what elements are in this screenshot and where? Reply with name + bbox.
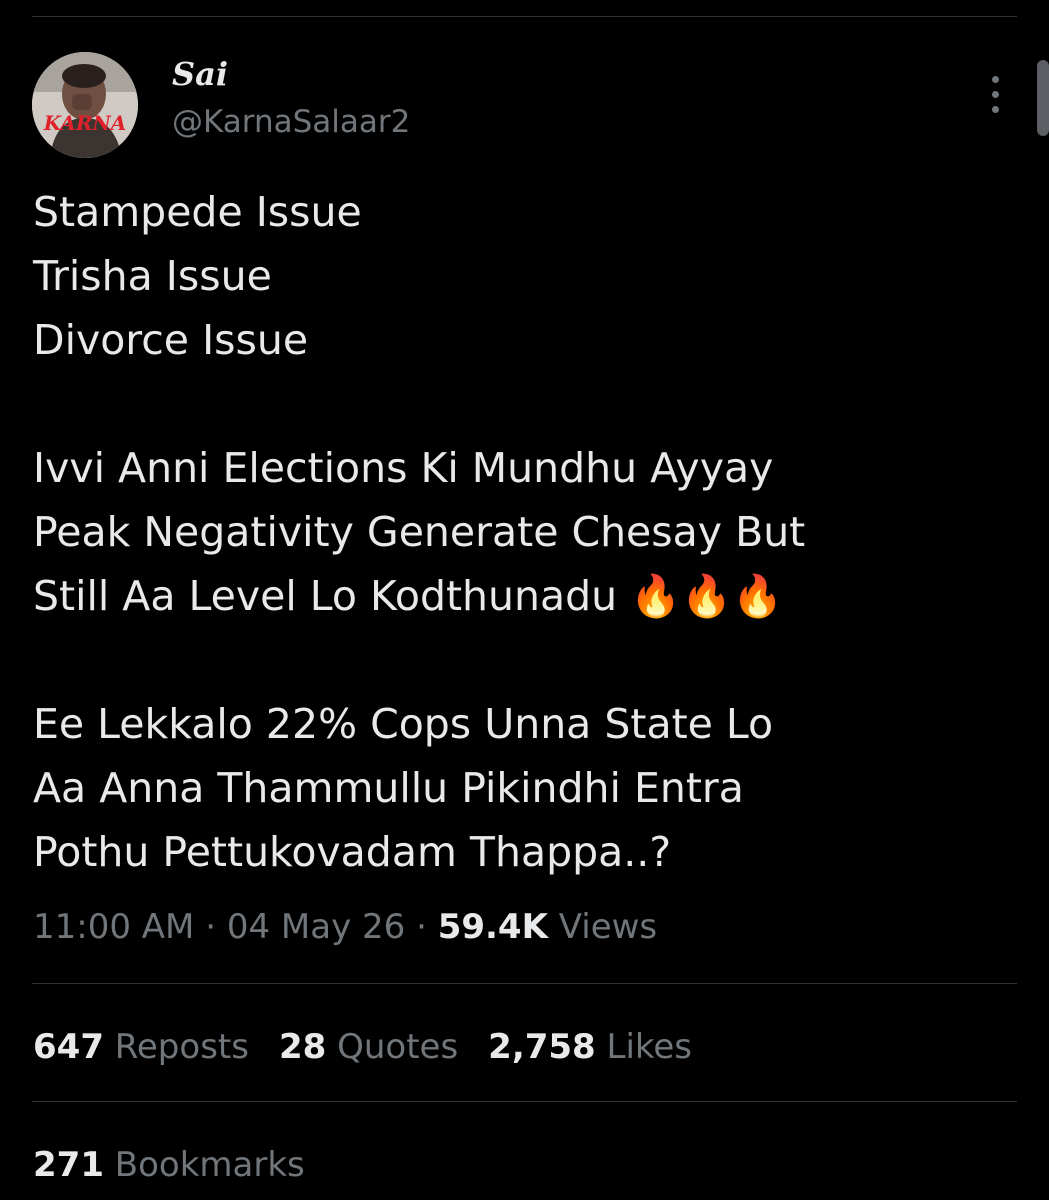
tweet-time[interactable]: 11:00 AM (33, 907, 194, 947)
stats-divider (32, 1101, 1017, 1102)
meta-separator: · (405, 907, 438, 947)
quotes-label: Quotes (326, 1027, 459, 1067)
bookmarks-stat[interactable]: 271 Bookmarks (33, 1138, 305, 1192)
tweet-line: Ee Lekkalo 22% Cops Unna State Lo (33, 700, 774, 748)
views-label: Views (547, 907, 658, 947)
tweet-line: Trisha Issue (33, 252, 272, 300)
more-dot (992, 91, 999, 98)
likes-label: Likes (595, 1027, 693, 1067)
meta-divider (32, 983, 1017, 984)
bookmarks-stat-inner: 271 Bookmarks (33, 1138, 305, 1192)
tweet-line: Still Aa Level Lo Kodthunadu 🔥🔥🔥 (33, 572, 784, 620)
tweet-date[interactable]: 04 May 26 (227, 907, 405, 947)
bookmarks-count: 271 (33, 1145, 104, 1185)
bookmarks-label: Bookmarks (103, 1145, 305, 1185)
meta-separator: · (194, 907, 227, 947)
more-dot (992, 106, 999, 113)
tweet-line: Pothu Pettukovadam Thappa..? (33, 828, 672, 876)
avatar[interactable]: KARNA (32, 52, 138, 158)
quotes-count: 28 (278, 1027, 327, 1067)
tweet-line: Divorce Issue (33, 316, 309, 364)
tweet-line: Stampede Issue (33, 188, 362, 236)
scrollbar[interactable] (1037, 60, 1049, 136)
quotes-stat[interactable]: 28 Quotes (279, 1020, 458, 1074)
avatar-logo-text: KARNA (43, 111, 127, 135)
more-dot (992, 76, 999, 83)
reposts-stat[interactable]: 647 Reposts (33, 1020, 249, 1074)
engagement-stats: 647 Reposts 28 Quotes 2,758 Likes (33, 1020, 722, 1074)
avatar-image: KARNA (32, 52, 138, 158)
more-options-icon[interactable] (980, 72, 1010, 116)
likes-count: 2,758 (488, 1027, 596, 1067)
likes-stat[interactable]: 2,758 Likes (488, 1020, 692, 1074)
views-count[interactable]: 59.4K (438, 907, 548, 947)
tweet-line: Ivvi Anni Elections Ki Mundhu Ayyay (33, 444, 774, 492)
tweet-line: Aa Anna Thammullu Pikindhi Entra (33, 764, 744, 812)
reposts-label: Reposts (103, 1027, 249, 1067)
tweet-text: Stampede Issue Trisha Issue Divorce Issu… (33, 180, 993, 884)
tweet-line: Peak Negativity Generate Chesay But (33, 508, 806, 556)
tweet-line-gap (33, 628, 993, 692)
top-divider (32, 16, 1017, 17)
author-handle[interactable]: @KarnaSalaar2 (172, 100, 410, 144)
reposts-count: 647 (33, 1027, 104, 1067)
author-display-name[interactable]: Sai (172, 54, 228, 94)
tweet-meta: 11:00 AM · 04 May 26 · 59.4K Views (33, 900, 657, 954)
tweet-line-gap (33, 372, 993, 436)
